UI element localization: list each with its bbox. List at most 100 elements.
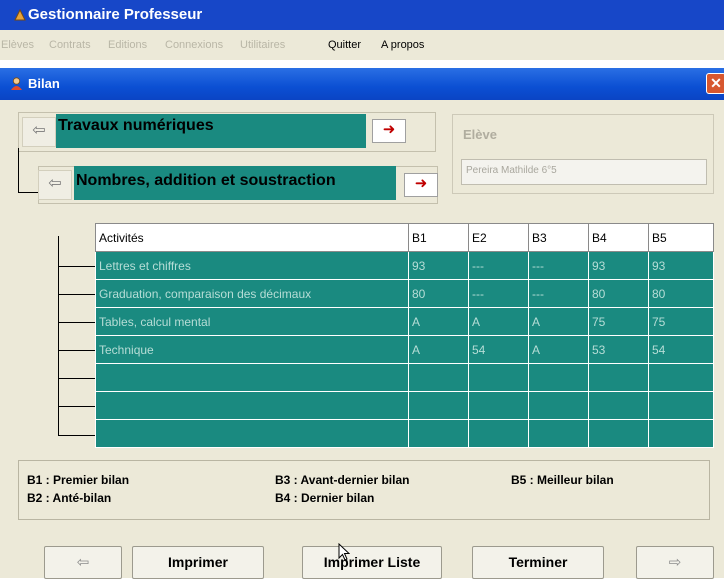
domain-back-button[interactable]: ⇦ xyxy=(22,117,56,147)
grid-cell[interactable] xyxy=(648,391,714,420)
grid-cell[interactable] xyxy=(648,419,714,448)
grid-cell[interactable] xyxy=(408,391,469,420)
grid-cell[interactable] xyxy=(528,391,589,420)
grid-cell[interactable]: A xyxy=(528,307,589,336)
student-group: Elève Pereira Mathilde 6°5 xyxy=(452,114,714,194)
grid-cell[interactable]: 54 xyxy=(648,335,714,364)
grid-cell[interactable]: 80 xyxy=(648,279,714,308)
menu-utilitaires[interactable]: Utilitaires xyxy=(240,39,285,51)
grid-cell[interactable]: 80 xyxy=(408,279,469,308)
grid-row[interactable] xyxy=(95,391,714,420)
grid-cell[interactable]: --- xyxy=(468,251,529,280)
legend-b3: B3 : Avant-dernier bilan xyxy=(275,473,410,487)
grid-header-row: Activités B1 E2 B3 B4 B5 xyxy=(95,223,714,252)
grid-row[interactable]: Technique A 54 A 53 54 xyxy=(95,335,714,364)
grid-row[interactable]: Lettres et chiffres 93 --- --- 93 93 xyxy=(95,251,714,280)
close-icon: ✕ xyxy=(710,75,722,91)
grid-cell[interactable] xyxy=(468,363,529,392)
legend-b4: B4 : Dernier bilan xyxy=(275,491,375,505)
grid-row[interactable] xyxy=(95,363,714,392)
grid-cell[interactable]: Graduation, comparaison des décimaux xyxy=(95,279,409,308)
menu-a-propos[interactable]: A propos xyxy=(381,39,424,51)
subdomain-go-button[interactable]: ➜ xyxy=(404,173,438,197)
grid-cell[interactable] xyxy=(408,363,469,392)
grid-row[interactable]: Tables, calcul mental A A A 75 75 xyxy=(95,307,714,336)
grid-cell[interactable]: 93 xyxy=(588,251,649,280)
grid-tree-branch xyxy=(58,294,95,295)
grid-cell[interactable] xyxy=(95,363,409,392)
grid-cell[interactable] xyxy=(588,419,649,448)
col-header: E2 xyxy=(468,223,529,252)
grid-cell[interactable] xyxy=(95,391,409,420)
grid-cell[interactable]: Tables, calcul mental xyxy=(95,307,409,336)
col-header: B4 xyxy=(588,223,649,252)
grid-cell[interactable] xyxy=(588,391,649,420)
grid-cell[interactable]: 80 xyxy=(588,279,649,308)
grid-cell[interactable]: Lettres et chiffres xyxy=(95,251,409,280)
grid-cell[interactable]: A xyxy=(468,307,529,336)
grid-cell[interactable] xyxy=(528,363,589,392)
legend-panel: B1 : Premier bilan B2 : Anté-bilan B3 : … xyxy=(18,460,710,520)
app-title-bar: Gestionnaire Professeur xyxy=(0,0,724,30)
legend-b1: B1 : Premier bilan xyxy=(27,473,130,487)
grid-cell[interactable]: 75 xyxy=(588,307,649,336)
grid-tree-branch xyxy=(58,350,95,351)
dialog-title-bar: Bilan ✕ xyxy=(0,68,724,100)
subdomain-label: Nombres, addition et soustraction xyxy=(76,172,336,189)
grid-cell[interactable]: Technique xyxy=(95,335,409,364)
grid-cell[interactable]: --- xyxy=(528,279,589,308)
subdomain-back-button[interactable]: ⇦ xyxy=(38,170,72,200)
col-header: B1 xyxy=(408,223,469,252)
arrow-right-icon: ⇨ xyxy=(668,554,682,571)
grid-cell[interactable] xyxy=(468,419,529,448)
grid-cell[interactable]: 75 xyxy=(648,307,714,336)
menu-quitter[interactable]: Quitter xyxy=(328,39,361,51)
close-button[interactable]: ✕ xyxy=(706,73,724,94)
grid-tree-branch xyxy=(58,322,95,323)
finish-button[interactable]: Terminer xyxy=(472,546,604,579)
grid-tree-branch xyxy=(58,435,95,436)
grid-row[interactable]: Graduation, comparaison des décimaux 80 … xyxy=(95,279,714,308)
grid-cell[interactable]: 93 xyxy=(408,251,469,280)
menu-editions[interactable]: Editions xyxy=(108,39,147,51)
grid-cell[interactable] xyxy=(408,419,469,448)
print-button[interactable]: Imprimer xyxy=(132,546,264,579)
grid-cell[interactable]: 53 xyxy=(588,335,649,364)
mouse-cursor-icon xyxy=(338,543,350,561)
grid-cell[interactable] xyxy=(648,363,714,392)
previous-button[interactable]: ⇦ xyxy=(44,546,122,579)
grid-cell[interactable] xyxy=(95,419,409,448)
menu-connexions[interactable]: Connexions xyxy=(165,39,223,51)
menu-eleves[interactable]: Elèves xyxy=(1,39,34,51)
grid-cell[interactable] xyxy=(468,391,529,420)
app-title: Gestionnaire Professeur xyxy=(28,6,203,23)
grid-cell[interactable]: A xyxy=(528,335,589,364)
menu-bar: Elèves Contrats Editions Connexions Util… xyxy=(0,30,724,60)
next-button[interactable]: ⇨ xyxy=(636,546,714,579)
dialog-title: Bilan xyxy=(28,76,60,91)
arrow-right-icon: ➜ xyxy=(382,121,396,138)
domain-go-button[interactable]: ➜ xyxy=(372,119,406,143)
results-grid: Activités B1 E2 B3 B4 B5 Lettres et chif… xyxy=(95,223,714,448)
grid-cell[interactable]: 54 xyxy=(468,335,529,364)
col-header: B3 xyxy=(528,223,589,252)
arrow-right-icon: ➜ xyxy=(414,175,428,192)
print-list-button[interactable]: Imprimer Liste xyxy=(302,546,442,579)
grid-cell[interactable]: 93 xyxy=(648,251,714,280)
legend-b5: B5 : Meilleur bilan xyxy=(511,473,614,487)
tree-connector xyxy=(18,148,19,193)
domain-label: Travaux numériques xyxy=(58,117,214,134)
menu-contrats[interactable]: Contrats xyxy=(49,39,91,51)
grid-cell[interactable]: A xyxy=(408,335,469,364)
grid-cell[interactable]: --- xyxy=(468,279,529,308)
dialog-icon xyxy=(11,77,22,90)
grid-cell[interactable] xyxy=(588,363,649,392)
grid-cell[interactable]: --- xyxy=(528,251,589,280)
arrow-left-icon: ⇦ xyxy=(76,554,90,571)
grid-cell[interactable]: A xyxy=(408,307,469,336)
finish-button-label: Terminer xyxy=(508,554,568,570)
grid-row[interactable] xyxy=(95,419,714,448)
grid-cell[interactable] xyxy=(528,419,589,448)
arrow-left-icon: ⇦ xyxy=(48,175,62,192)
app-icon xyxy=(14,9,26,21)
